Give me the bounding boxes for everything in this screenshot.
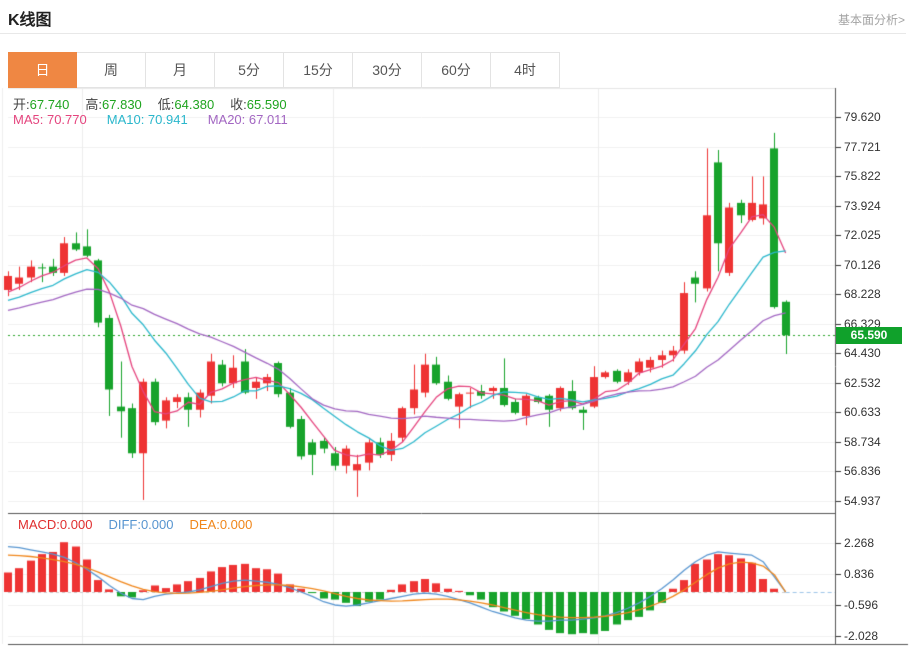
ma20: MA20: 67.011 <box>208 112 288 127</box>
tab-monthly[interactable]: 月 <box>146 52 215 88</box>
macd-axis-label: -2.028 <box>844 628 878 644</box>
ohlc-open: 开:67.740 <box>13 94 69 113</box>
tab-bar: 日周月5分15分30分60分4时 <box>8 52 560 88</box>
diff-readout-value: 0.000 <box>141 517 174 532</box>
macd-readout: MACD:0.000 <box>18 517 92 532</box>
tab-5min[interactable]: 5分 <box>215 52 284 88</box>
macd-axis-label: -0.596 <box>844 597 878 613</box>
y-axis-label: 64.430 <box>844 345 881 361</box>
y-axis-label: 56.836 <box>844 463 881 479</box>
ohlc-low-value: 64.380 <box>174 97 214 112</box>
y-axis-label: 75.822 <box>844 168 881 184</box>
tab-60min[interactable]: 60分 <box>422 52 491 88</box>
dea-readout: DEA:0.000 <box>189 517 252 532</box>
dea-readout-label: DEA: <box>189 517 219 532</box>
tab-4hour[interactable]: 4时 <box>491 52 560 88</box>
y-axis-label: 73.924 <box>844 198 881 214</box>
ma5: MA5: 70.770 <box>13 112 87 127</box>
y-axis-label: 79.620 <box>844 109 881 125</box>
ohlc-close-label: 收: <box>230 97 247 112</box>
ma5-value: 70.770 <box>47 112 87 127</box>
y-axis-label: 58.734 <box>844 434 881 450</box>
ma-readout: MA5: 70.770 MA10: 70.941 MA20: 67.011 <box>13 112 288 127</box>
ohlc-close-value: 65.590 <box>247 97 287 112</box>
tab-30min[interactable]: 30分 <box>353 52 422 88</box>
ma10-label: MA10: <box>107 112 148 127</box>
ohlc-low-label: 低: <box>158 97 175 112</box>
ma10-value: 70.941 <box>148 112 188 127</box>
y-axis-label: 62.532 <box>844 375 881 391</box>
y-axis-label: 54.937 <box>844 493 881 509</box>
diff-readout: DIFF:0.000 <box>108 517 173 532</box>
current-price-badge: 65.590 <box>836 327 902 344</box>
ohlc-open-value: 67.740 <box>30 97 70 112</box>
ohlc-high-value: 67.830 <box>102 97 142 112</box>
dea-readout-value: 0.000 <box>220 517 253 532</box>
ma20-label: MA20: <box>208 112 249 127</box>
ma20-value: 67.011 <box>249 112 288 127</box>
y-axis-label: 77.721 <box>844 139 881 155</box>
macd-readout: MACD:0.000DIFF:0.000DEA:0.000 <box>18 517 252 532</box>
macd-readout-value: 0.000 <box>60 517 93 532</box>
diff-readout-label: DIFF: <box>108 517 141 532</box>
ohlc-high: 高:67.830 <box>85 94 141 113</box>
ohlc-open-label: 开: <box>13 97 30 112</box>
y-axis-label: 68.228 <box>844 286 881 302</box>
tab-daily[interactable]: 日 <box>8 52 77 88</box>
tab-15min[interactable]: 15分 <box>284 52 353 88</box>
ma5-label: MA5: <box>13 112 47 127</box>
macd-axis-label: 0.836 <box>844 566 874 582</box>
ohlc-readout: 开:67.740 高:67.830 低:64.380 收:65.590 <box>13 94 287 113</box>
y-axis-label: 70.126 <box>844 257 881 273</box>
ohlc-high-label: 高: <box>85 97 102 112</box>
ohlc-close: 收:65.590 <box>230 94 286 113</box>
macd-axis-label: 2.268 <box>844 535 874 551</box>
ohlc-low: 低:64.380 <box>158 94 214 113</box>
ma10: MA10: 70.941 <box>107 112 188 127</box>
y-axis-label: 72.025 <box>844 227 881 243</box>
tab-weekly[interactable]: 周 <box>77 52 146 88</box>
y-axis-label: 60.633 <box>844 404 881 420</box>
macd-readout-label: MACD: <box>18 517 60 532</box>
kline-widget: K线图 基本面分析> 日周月5分15分30分60分4时 开:67.740高:67… <box>0 0 914 648</box>
